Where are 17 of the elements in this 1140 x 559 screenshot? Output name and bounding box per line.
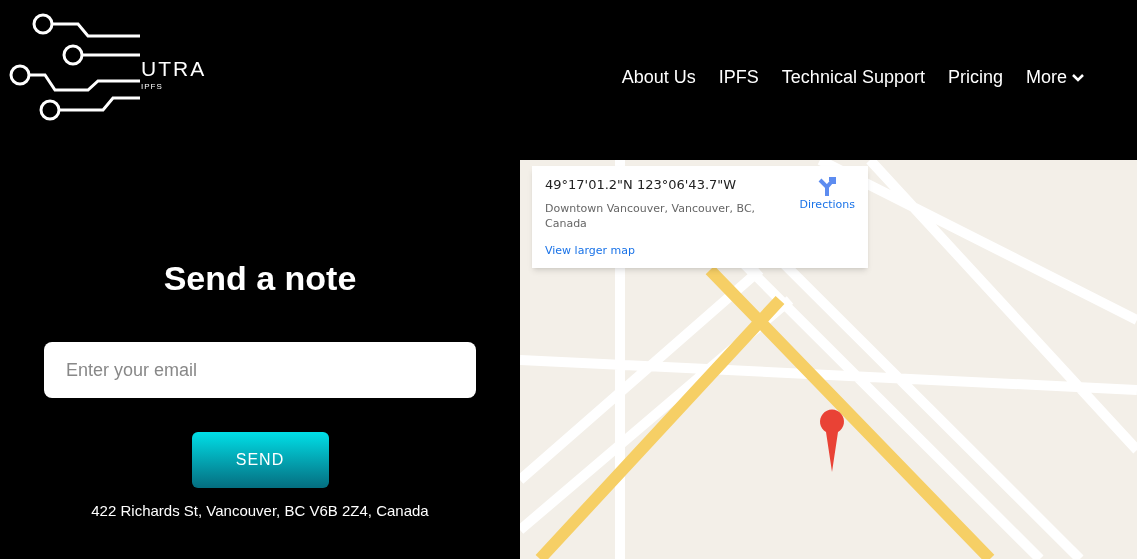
nav-link[interactable]: Technical Support	[781, 64, 925, 91]
chevron-down-icon	[1071, 72, 1085, 83]
email-input-field[interactable]: Enter your email	[44, 342, 476, 398]
nav-link[interactable]: IPFS	[718, 64, 759, 91]
logo-subtitle: IPFS	[141, 82, 164, 92]
nav-dropdown[interactable]: More	[1026, 64, 1085, 91]
nav-link[interactable]: About Us	[621, 64, 696, 91]
map-placeholder[interactable]: 49°17'01.2"N 123°06'43.7"W Downtown Vancouver, Vancouver, BC, Canada View larger map Directions	[520, 160, 1137, 559]
form-title: Send a note	[163, 258, 357, 299]
place-address: Downtown Vancouver, Vancouver, BC, Canada	[545, 200, 757, 231]
directions-arrow-icon	[816, 175, 839, 197]
logo-wordmark: UTRA	[141, 58, 207, 79]
directions-button[interactable]: Directions	[799, 175, 855, 259]
view-larger-map-link[interactable]: View larger map	[545, 242, 792, 259]
coordinates-text: 49°17'01.2"N 123°06'43.7"W	[545, 176, 738, 194]
address-text: 422 Richards St, Vancouver, BC V6B 2Z4, Canada	[91, 501, 429, 521]
nav-link[interactable]: Pricing	[947, 64, 1003, 91]
